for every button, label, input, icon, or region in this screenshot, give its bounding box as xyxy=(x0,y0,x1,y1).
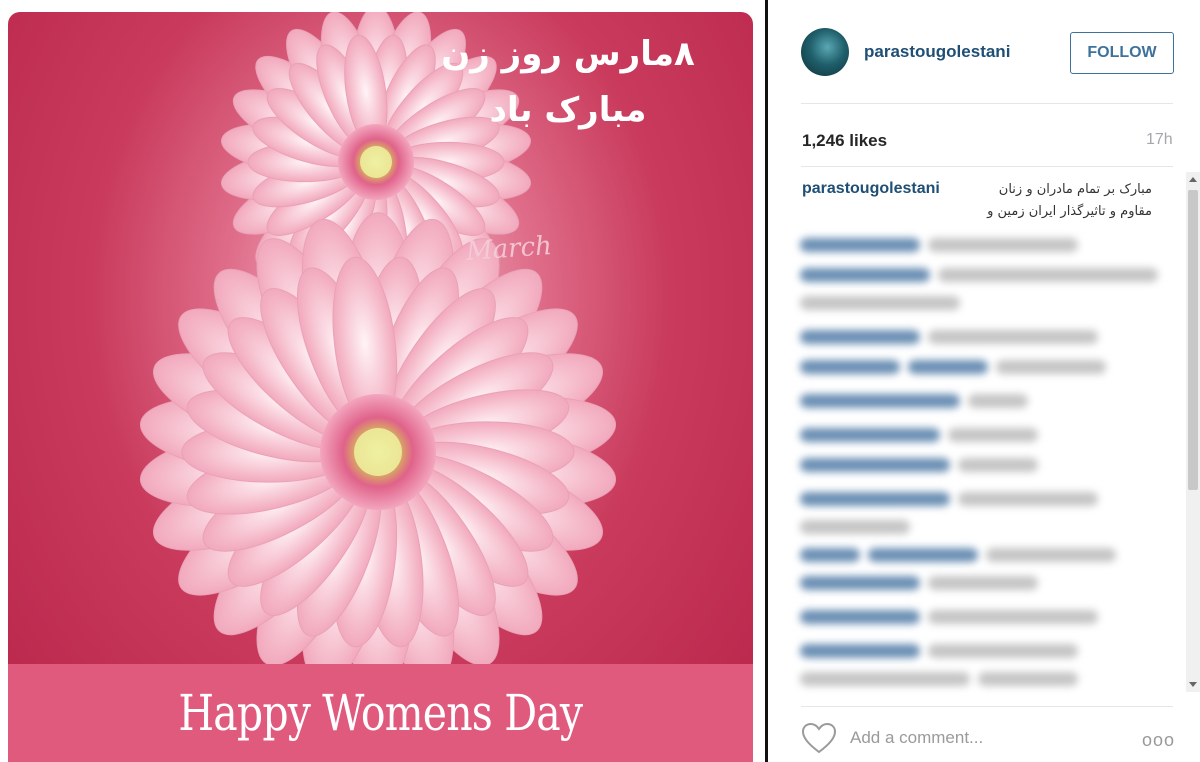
blurred-comment-fragment xyxy=(986,548,1116,562)
blurred-comment-fragment xyxy=(800,458,950,472)
blurred-comment-fragment xyxy=(800,428,940,442)
post-timestamp[interactable]: 17h xyxy=(1146,131,1173,149)
blurred-comments-list xyxy=(800,232,1160,692)
persian-greeting-line2: مبارک باد xyxy=(489,90,647,130)
blurred-comment-fragment xyxy=(996,360,1106,374)
blurred-comment-fragment xyxy=(938,268,1158,282)
avatar[interactable] xyxy=(801,28,849,76)
caption-text-line2: مقاوم و تاثیرگذار ایران زمین و xyxy=(987,204,1152,219)
blurred-comment-fragment xyxy=(968,394,1028,408)
blurred-comment-fragment xyxy=(800,520,910,534)
blurred-comment-fragment xyxy=(800,238,920,252)
more-options-icon[interactable]: ooo xyxy=(1142,730,1175,751)
march-script-text: March xyxy=(465,231,553,267)
heart-icon[interactable] xyxy=(801,722,837,754)
blurred-comment-fragment xyxy=(978,672,1078,686)
persian-greeting-title: ۸مارس روز زن مبارک باد xyxy=(438,26,698,138)
scroll-thumb[interactable] xyxy=(1188,190,1198,490)
header-divider xyxy=(801,103,1173,104)
blurred-comment-fragment xyxy=(928,330,1098,344)
scroll-down-arrow-icon[interactable] xyxy=(1189,682,1197,687)
scroll-up-arrow-icon[interactable] xyxy=(1189,177,1197,182)
blurred-comment-fragment xyxy=(928,238,1078,252)
blurred-comment-fragment xyxy=(958,458,1038,472)
blurred-comment-fragment xyxy=(800,610,920,624)
follow-button[interactable]: FOLLOW xyxy=(1070,32,1174,74)
blurred-comment-fragment xyxy=(800,644,920,658)
blurred-comment-fragment xyxy=(928,644,1078,658)
caption-username[interactable]: parastougolestani xyxy=(802,180,940,197)
blurred-comment-fragment xyxy=(948,428,1038,442)
caption-text-line1: مبارک بر تمام مادران و زنان xyxy=(998,182,1152,197)
blurred-comment-fragment xyxy=(800,268,930,282)
likes-count[interactable]: 1,246 likes xyxy=(802,131,887,151)
blurred-comment-fragment xyxy=(800,548,860,562)
blurred-comment-fragment xyxy=(958,492,1098,506)
blurred-comment-fragment xyxy=(800,576,920,590)
blurred-comment-fragment xyxy=(800,360,900,374)
blurred-comment-fragment xyxy=(800,330,920,344)
post-caption: parastougolestani مبارک بر تمام مادران و… xyxy=(802,180,1154,219)
post-author-username[interactable]: parastougolestani xyxy=(864,42,1010,62)
post-details-panel: parastougolestani FOLLOW 1,246 likes 17h… xyxy=(768,0,1200,762)
blurred-comment-fragment xyxy=(868,548,978,562)
persian-greeting-line1: ۸مارس روز زن xyxy=(441,34,695,74)
add-comment-input[interactable] xyxy=(850,726,1110,750)
likes-divider xyxy=(801,166,1173,167)
post-image: ۸مارس روز زن مبارک باد March Happy Women… xyxy=(8,12,753,762)
comments-scrollbar[interactable] xyxy=(1186,172,1200,692)
blurred-comment-fragment xyxy=(800,296,960,310)
banner-text: Happy Womens Day xyxy=(178,684,584,742)
blurred-comment-fragment xyxy=(908,360,988,374)
blurred-comment-fragment xyxy=(800,394,960,408)
blurred-comment-fragment xyxy=(928,610,1098,624)
greeting-banner: Happy Womens Day xyxy=(8,664,753,762)
comment-divider xyxy=(801,706,1173,707)
blurred-comment-fragment xyxy=(800,672,970,686)
blurred-comment-fragment xyxy=(800,492,950,506)
blurred-comment-fragment xyxy=(928,576,1038,590)
